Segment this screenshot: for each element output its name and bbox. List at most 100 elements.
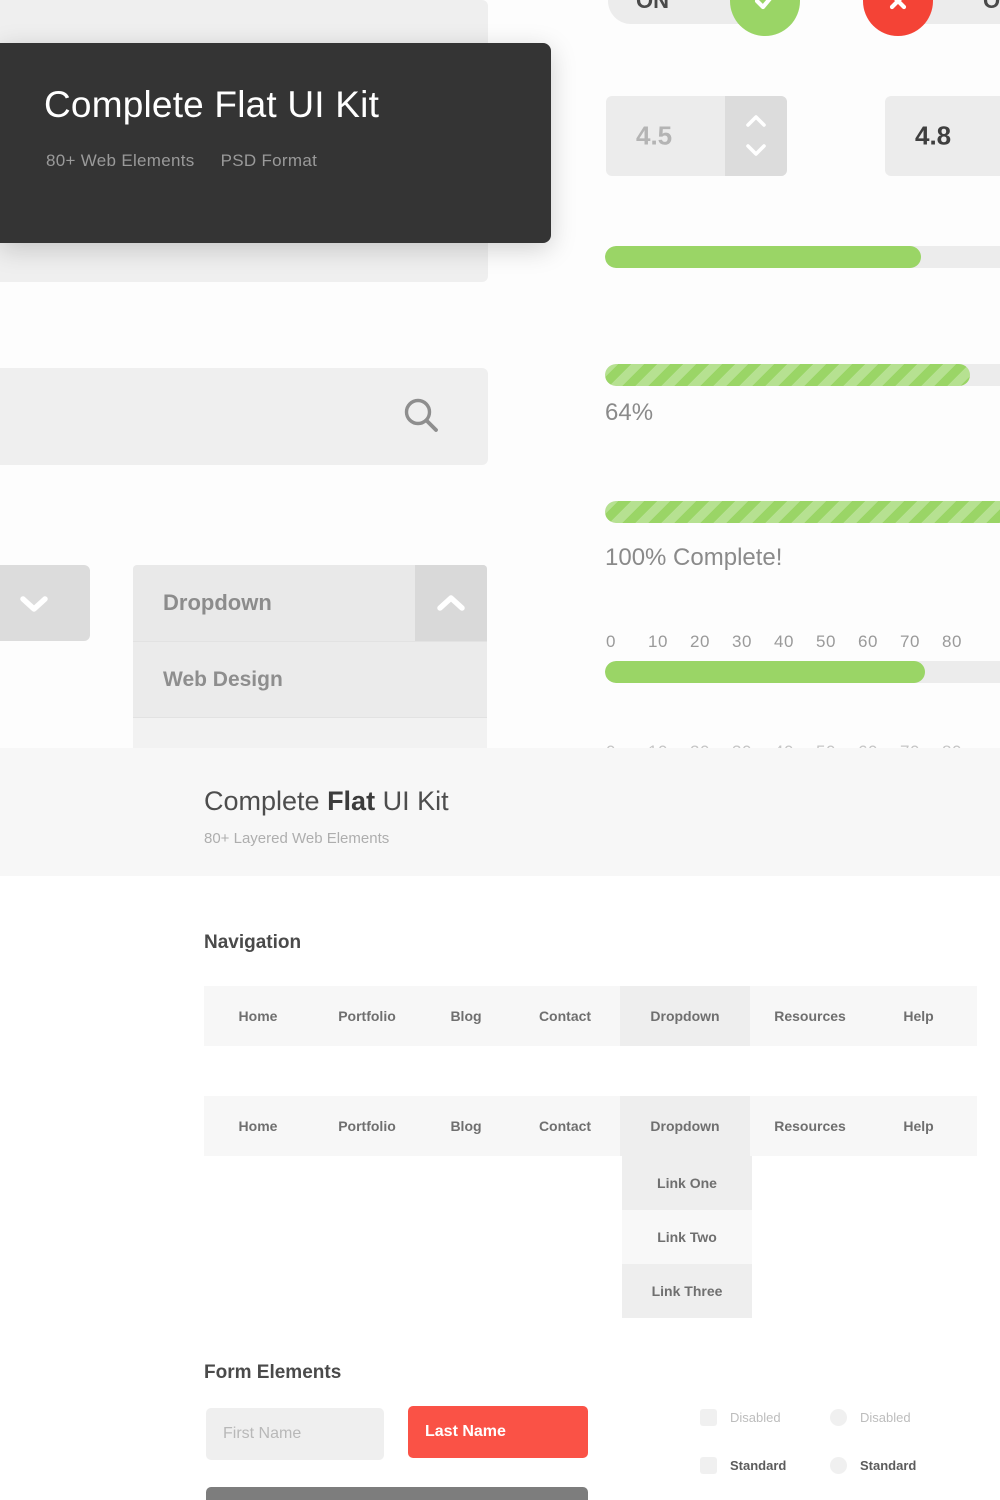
search-icon[interactable]: [402, 396, 442, 436]
nav-item-label: Blog: [450, 1118, 482, 1134]
navbar-primary[interactable]: Home Portfolio Blog Contact Dropdown Res…: [204, 986, 977, 1046]
nav-item-label: Dropdown: [650, 1118, 720, 1134]
nav-item-label: Home: [238, 1008, 278, 1024]
checkbox-disabled[interactable]: Disabled: [700, 1409, 781, 1426]
last-name-button[interactable]: Last Name: [408, 1406, 588, 1458]
radio-icon[interactable]: [830, 1457, 847, 1474]
nav-item-label: Resources: [774, 1008, 846, 1024]
gray-bar-element: [206, 1487, 588, 1500]
checkbox-standard[interactable]: Standard: [700, 1457, 786, 1474]
chevron-down-icon: [746, 144, 766, 156]
toggle-off-knob[interactable]: [863, 0, 933, 36]
radio-standard[interactable]: Standard: [830, 1457, 916, 1474]
stepper-muted[interactable]: 4.5: [606, 96, 787, 176]
nav-item-label: Resources: [774, 1118, 846, 1134]
dropdown-option[interactable]: Web Design: [133, 641, 487, 717]
dropdown-toggle-button[interactable]: [0, 565, 90, 641]
nav-item-blog[interactable]: Blog: [422, 1096, 510, 1156]
progress-bar-3-fill: [605, 501, 1000, 523]
nav-item-resources[interactable]: Resources: [750, 986, 870, 1046]
hero-subtitle: 80+ Web Elements PSD Format: [46, 151, 317, 171]
showcase-region: Complete Flat UI Kit 80+ Web Elements PSD…: [0, 0, 1000, 748]
submenu-item-label: Link One: [657, 1175, 717, 1191]
nav-item-help[interactable]: Help: [870, 986, 967, 1046]
submenu-item-link-three[interactable]: Link Three: [622, 1264, 752, 1318]
page-title: Complete Flat UI Kit: [204, 786, 449, 817]
nav-item-resources[interactable]: Resources: [750, 1096, 870, 1156]
nav-item-label: Portfolio: [338, 1118, 396, 1134]
nav-item-contact[interactable]: Contact: [510, 986, 620, 1046]
nav-item-home[interactable]: Home: [204, 1096, 312, 1156]
hero-subtitle-a: 80+ Web Elements: [46, 151, 195, 170]
scale-tick: 20: [690, 632, 710, 651]
form-section-title: Form Elements: [204, 1362, 342, 1383]
scale-tick: 70: [900, 632, 920, 651]
progress-bar-1: [605, 246, 1000, 268]
chevron-up-icon: [746, 115, 766, 127]
nav-item-help[interactable]: Help: [870, 1096, 967, 1156]
nav-item-portfolio[interactable]: Portfolio: [312, 986, 422, 1046]
scale-tick: 80: [942, 632, 962, 651]
scale-tick: 10: [648, 632, 668, 651]
nav-item-blog[interactable]: Blog: [422, 986, 510, 1046]
toggle-off-label: OFF: [983, 0, 1000, 13]
checkbox-icon[interactable]: [700, 1409, 717, 1426]
stepper-muted-value: 4.5: [636, 120, 673, 151]
radio-icon[interactable]: [830, 1409, 847, 1426]
page-subtitle: 80+ Layered Web Elements: [204, 830, 390, 847]
dropdown-label: Dropdown: [163, 590, 272, 615]
progress-bar-2-caption: 64%: [605, 399, 654, 426]
stepper-dark[interactable]: 4.8: [885, 96, 1000, 176]
first-name-field[interactable]: First Name: [206, 1408, 384, 1460]
scale-tick: 40: [774, 632, 794, 651]
toggle-on[interactable]: ON: [608, 0, 800, 36]
dropdown-widget[interactable]: Dropdown Web Design: [133, 565, 487, 748]
navbar-submenu[interactable]: Link One Link Two Link Three: [622, 1156, 752, 1318]
ui-kit-preview-page: Complete Flat UI Kit 80+ Web Elements PSD…: [0, 0, 1000, 1500]
close-icon: [889, 0, 907, 10]
progress-bar-4: [605, 661, 1000, 683]
dropdown-option-label: Web Design: [163, 667, 283, 691]
page-title-c: UI Kit: [375, 786, 449, 816]
hero-title: Complete Flat UI Kit: [44, 84, 380, 125]
scale-tick: 50: [816, 632, 836, 651]
nav-item-contact[interactable]: Contact: [510, 1096, 620, 1156]
stepper-dark-value: 4.8: [915, 120, 952, 151]
last-name-label: Last Name: [425, 1423, 506, 1440]
radio-disabled[interactable]: Disabled: [830, 1409, 911, 1426]
checkbox-disabled-label: Disabled: [730, 1410, 781, 1425]
search-input[interactable]: [0, 368, 488, 465]
page-title-b: Flat: [327, 786, 376, 816]
radio-standard-label: Standard: [860, 1458, 917, 1473]
nav-item-label: Home: [238, 1118, 278, 1134]
page-title-a: Complete: [204, 786, 328, 816]
submenu-item-label: Link Three: [651, 1283, 723, 1299]
first-name-placeholder: First Name: [223, 1425, 302, 1442]
radio-disabled-label: Disabled: [860, 1410, 911, 1425]
nav-item-label: Portfolio: [338, 1008, 396, 1024]
nav-item-label: Dropdown: [650, 1008, 720, 1024]
progress-scale-ticks: 0 10 20 30 40 50 60 70 80: [606, 632, 984, 652]
scale-tick: 0: [606, 632, 616, 651]
toggle-on-label: ON: [636, 0, 669, 13]
nav-item-home[interactable]: Home: [204, 986, 312, 1046]
dropdown-collapse-button[interactable]: [415, 565, 487, 641]
navbar-secondary[interactable]: Home Portfolio Blog Contact Dropdown Res…: [204, 1096, 977, 1156]
submenu-item-link-two[interactable]: Link Two: [622, 1210, 752, 1264]
progress-bar-3: [605, 501, 1000, 523]
dropdown-option-partial[interactable]: [133, 717, 487, 748]
submenu-item-link-one[interactable]: Link One: [622, 1156, 752, 1210]
nav-item-dropdown[interactable]: Dropdown: [620, 1096, 750, 1156]
checkbox-icon[interactable]: [700, 1457, 717, 1474]
toggle-on-knob[interactable]: [730, 0, 800, 36]
dropdown-header[interactable]: Dropdown: [133, 565, 487, 641]
nav-item-label: Blog: [450, 1008, 482, 1024]
progress-bar-1-fill: [605, 246, 921, 268]
stepper-buttons[interactable]: [725, 96, 787, 176]
toggle-off[interactable]: OFF: [863, 0, 1000, 36]
hero-subtitle-b: PSD Format: [220, 151, 318, 170]
submenu-item-label: Link Two: [657, 1229, 717, 1245]
nav-item-portfolio[interactable]: Portfolio: [312, 1096, 422, 1156]
scale-tick: 60: [858, 632, 878, 651]
nav-item-dropdown[interactable]: Dropdown: [620, 986, 750, 1046]
